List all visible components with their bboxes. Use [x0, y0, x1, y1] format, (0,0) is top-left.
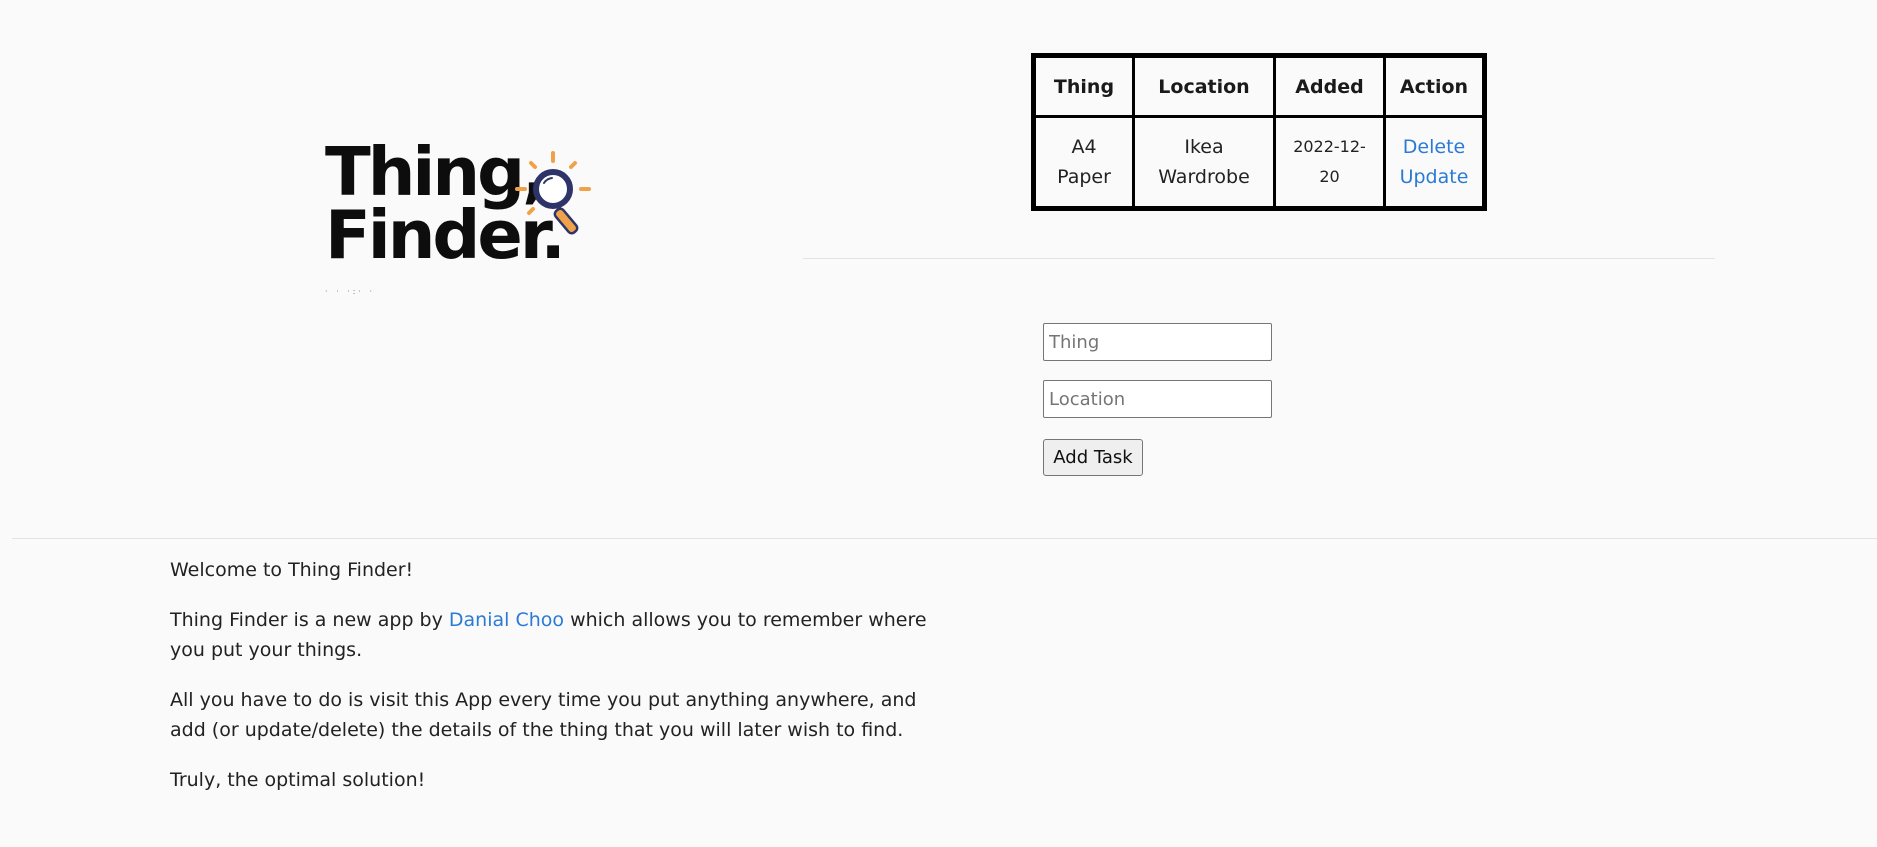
things-table: Thing Location Added Action A4 Paper Ike… — [1031, 53, 1487, 211]
thing-cell: A4 Paper — [1032, 115, 1135, 210]
location-cell: Ikea Wardrobe — [1132, 115, 1276, 210]
add-task-button[interactable]: Add Task — [1043, 439, 1143, 476]
table-row: A4 Paper Ikea Wardrobe 2022-12-20 Delete… — [1032, 115, 1486, 210]
closing-text: Truly, the optimal solution! — [170, 769, 426, 791]
column-header-thing: Thing — [1032, 54, 1135, 118]
table-header-row: Thing Location Added Action — [1032, 54, 1486, 118]
intro-section: Welcome to Thing Finder! Thing Finder is… — [170, 555, 930, 815]
magnifying-glass-icon — [515, 151, 591, 235]
update-link[interactable]: Update — [1394, 162, 1474, 192]
description-text-start: Thing Finder is a new app by — [170, 609, 449, 631]
added-cell: 2022-12-20 — [1273, 115, 1386, 210]
delete-link[interactable]: Delete — [1394, 132, 1474, 162]
instructions-text: All you have to do is visit this App eve… — [170, 689, 917, 741]
description-text: Thing Finder is a new app by Danial Choo… — [170, 605, 930, 665]
author-link[interactable]: Danial Choo — [449, 609, 564, 631]
column-header-location: Location — [1132, 54, 1276, 118]
column-header-added: Added — [1273, 54, 1386, 118]
logo-tagline: · · ·:· · — [325, 287, 376, 296]
location-input[interactable] — [1043, 380, 1272, 418]
thing-finder-logo: Thing, Finder. — [325, 137, 600, 269]
action-cell: Delete Update — [1383, 115, 1486, 210]
thing-input[interactable] — [1043, 323, 1272, 361]
page-divider — [12, 538, 1877, 539]
welcome-text: Welcome to Thing Finder! — [170, 559, 414, 581]
column-header-action: Action — [1383, 54, 1486, 118]
section-divider — [803, 258, 1715, 259]
